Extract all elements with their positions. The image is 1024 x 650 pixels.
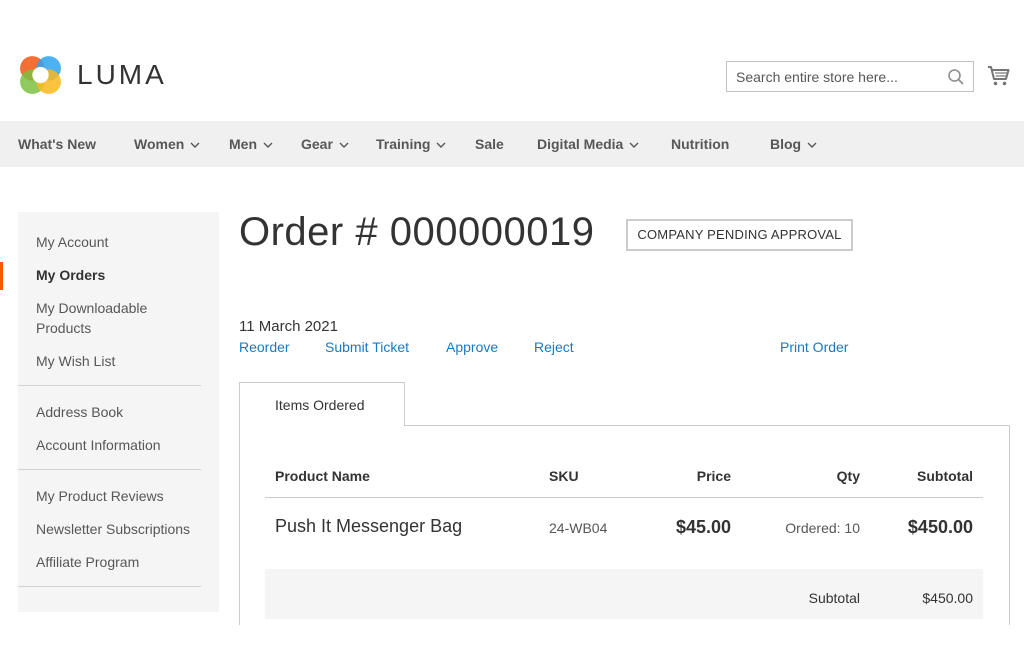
chevron-down-icon xyxy=(436,142,446,149)
luma-logo-icon xyxy=(20,56,61,94)
sidebar-item-address-book[interactable]: Address Book xyxy=(36,402,206,422)
chevron-down-icon xyxy=(339,142,349,149)
totals-subtotal-label: Subtotal xyxy=(808,590,860,606)
sidebar-item-my-downloadable-products[interactable]: My Downloadable Products xyxy=(36,298,176,338)
nav-label: Women xyxy=(134,136,185,152)
page-title: Order # 000000019 xyxy=(239,210,595,254)
nav-item-nutrition[interactable]: Nutrition xyxy=(671,121,729,167)
status-badge: COMPANY PENDING APPROVAL xyxy=(626,219,853,251)
nav-item-women[interactable]: Women xyxy=(134,121,200,167)
product-qty: Ordered: 10 xyxy=(785,520,860,536)
sidebar-item-affiliate-program[interactable]: Affiliate Program xyxy=(36,552,206,572)
nav-item-sale[interactable]: Sale xyxy=(475,121,504,167)
column-header-product-name: Product Name xyxy=(275,468,370,484)
sidebar-divider xyxy=(18,385,201,386)
nav-label: What's New xyxy=(18,136,97,152)
sidebar-item-account-information[interactable]: Account Information xyxy=(36,435,206,455)
search-icon[interactable] xyxy=(947,68,965,86)
nav-item-training[interactable]: Training xyxy=(376,121,446,167)
product-price: $45.00 xyxy=(675,517,731,537)
column-header-subtotal: Subtotal xyxy=(917,468,973,484)
column-header-qty: Qty xyxy=(836,468,860,484)
reorder-link[interactable]: Reorder xyxy=(239,339,290,355)
sidebar-item-my-product-reviews[interactable]: My Product Reviews xyxy=(36,486,206,506)
chevron-down-icon xyxy=(629,142,639,149)
nav-label: Digital Media xyxy=(537,136,624,152)
totals-subtotal-value: $450.00 xyxy=(922,590,973,606)
product-subtotal: $450.00 xyxy=(907,517,973,537)
print-order-link[interactable]: Print Order xyxy=(780,339,848,355)
chevron-down-icon xyxy=(807,142,817,149)
nav-item-whats-new[interactable]: What's New xyxy=(18,121,96,167)
order-totals xyxy=(265,569,983,619)
sidebar-divider xyxy=(18,469,201,470)
nav-item-gear[interactable]: Gear xyxy=(301,121,349,167)
sidebar-item-newsletter-subscriptions[interactable]: Newsletter Subscriptions xyxy=(36,519,206,539)
sidebar-item-my-account[interactable]: My Account xyxy=(36,232,206,252)
search-field[interactable] xyxy=(726,61,974,92)
cart-icon[interactable] xyxy=(987,64,1011,88)
nav-label: Gear xyxy=(301,136,333,152)
store-logo[interactable]: LUMA xyxy=(18,52,167,97)
nav-label: Men xyxy=(229,136,257,152)
nav-label: Nutrition xyxy=(671,136,730,152)
column-header-sku: SKU xyxy=(549,468,579,484)
nav-item-men[interactable]: Men xyxy=(229,121,273,167)
product-name: Push It Messenger Bag xyxy=(275,516,463,536)
column-header-price: Price xyxy=(696,468,731,484)
main-navigation: What's New Women Men Gear Training Sale … xyxy=(0,121,1024,167)
nav-label: Training xyxy=(376,136,431,152)
nav-label: Sale xyxy=(475,136,504,152)
sidebar-divider xyxy=(18,586,201,587)
product-sku: 24-WB04 xyxy=(549,520,608,536)
brand-name: LUMA xyxy=(77,58,167,90)
chevron-down-icon xyxy=(190,142,200,149)
submit-ticket-link[interactable]: Submit Ticket xyxy=(325,339,409,355)
search-input[interactable] xyxy=(727,62,946,91)
active-item-indicator xyxy=(0,262,3,290)
nav-item-digital-media[interactable]: Digital Media xyxy=(537,121,639,167)
reject-link[interactable]: Reject xyxy=(534,339,574,355)
nav-item-blog[interactable]: Blog xyxy=(770,121,817,167)
nav-label: Blog xyxy=(770,136,802,152)
sidebar-item-my-orders[interactable]: My Orders xyxy=(36,265,206,285)
order-date: 11 March 2021 xyxy=(239,318,338,335)
tab-items-ordered[interactable]: Items Ordered xyxy=(239,382,405,426)
chevron-down-icon xyxy=(263,142,273,149)
table-header-divider xyxy=(265,497,983,498)
approve-link[interactable]: Approve xyxy=(446,339,498,355)
sidebar-item-my-wish-list[interactable]: My Wish List xyxy=(36,351,206,371)
